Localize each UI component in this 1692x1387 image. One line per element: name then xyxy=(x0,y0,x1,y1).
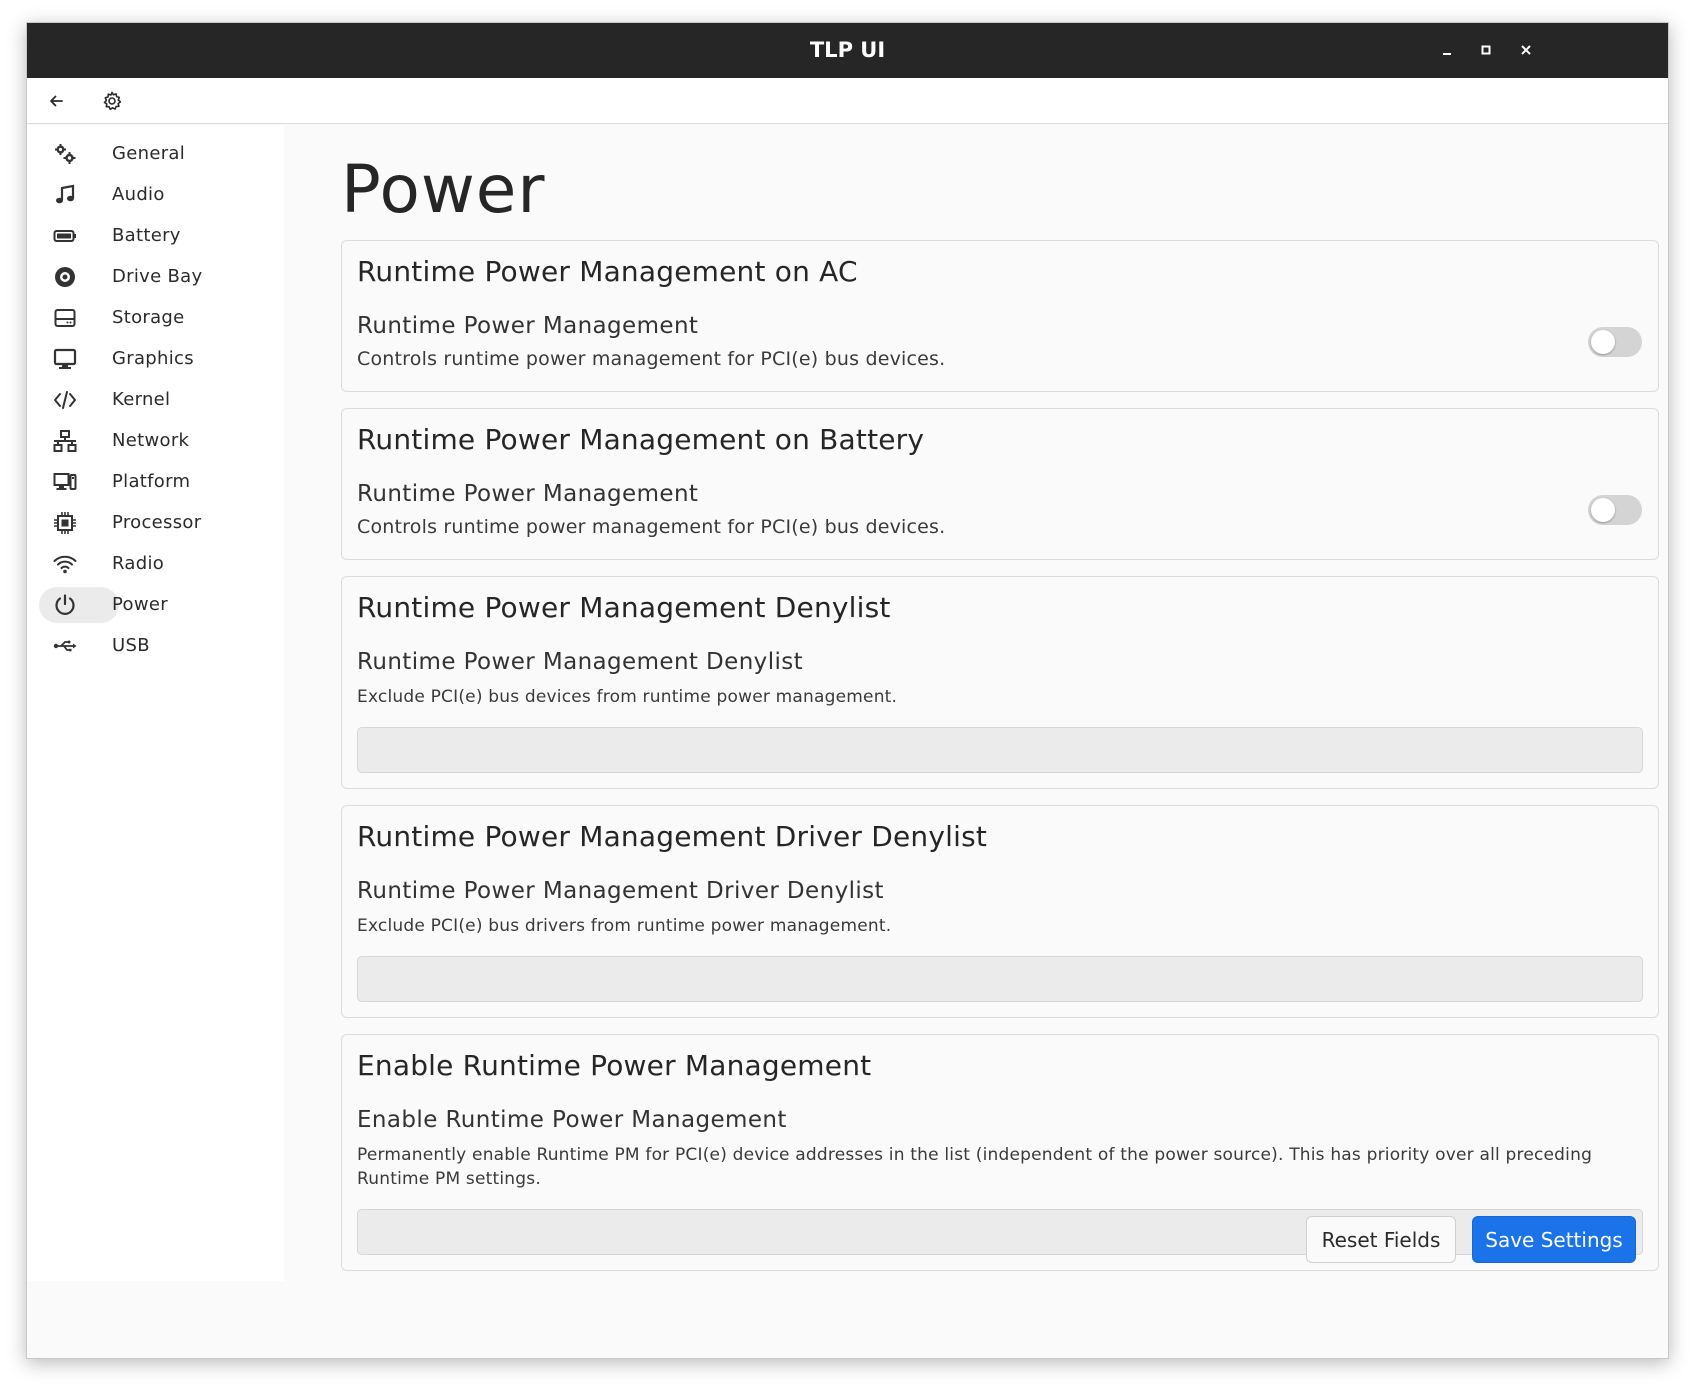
sidebar-item-kernel[interactable]: Kernel xyxy=(39,382,270,418)
back-button[interactable] xyxy=(41,86,71,116)
window-title: TLP UI xyxy=(809,38,886,62)
toggle-knob xyxy=(1591,498,1615,522)
page-title: Power xyxy=(341,151,546,228)
gear-icon xyxy=(103,91,122,111)
card-title: Runtime Power Management on Battery xyxy=(357,423,925,456)
sidebar-item-drive-bay[interactable]: Drive Bay xyxy=(39,259,270,295)
sidebar-item-label: Power xyxy=(112,594,168,615)
maximize-button[interactable] xyxy=(1473,37,1499,63)
card-title: Enable Runtime Power Management xyxy=(357,1049,872,1082)
gears-icon xyxy=(53,142,77,166)
sidebar-item-label: Processor xyxy=(112,512,202,533)
sidebar-item-general[interactable]: General xyxy=(39,136,270,172)
runtime-pm-battery-toggle[interactable] xyxy=(1588,495,1642,525)
option-label: Runtime Power Management xyxy=(357,481,699,507)
sidebar-item-battery[interactable]: Battery xyxy=(39,218,270,254)
app-window: TLP UI General Audio Battery Drive Bay S… xyxy=(26,22,1669,1359)
option-description: Permanently enable Runtime PM for PCI(e)… xyxy=(357,1145,1593,1189)
arrow-left-icon xyxy=(50,95,63,107)
sidebar: General Audio Battery Drive Bay Storage xyxy=(27,125,284,1281)
sidebar-item-label: Platform xyxy=(112,471,191,492)
option-description: Controls runtime power management for PC… xyxy=(357,348,946,370)
monitor-icon xyxy=(53,347,77,371)
settings-button[interactable] xyxy=(97,86,127,116)
music-note-icon xyxy=(53,183,77,207)
settings-card-runtime-pm-denylist: Runtime Power Management Denylist Runtim… xyxy=(341,576,1659,789)
battery-icon xyxy=(53,224,77,248)
close-icon xyxy=(1521,45,1531,55)
runtime-pm-denylist-input[interactable] xyxy=(357,727,1643,773)
network-icon xyxy=(53,429,77,453)
sidebar-item-label: Network xyxy=(112,430,190,451)
sidebar-item-processor[interactable]: Processor xyxy=(39,505,270,541)
sidebar-item-audio[interactable]: Audio xyxy=(39,177,270,213)
sidebar-item-radio[interactable]: Radio xyxy=(39,546,270,582)
usb-icon xyxy=(53,634,77,658)
option-description: Exclude PCI(e) bus drivers from runtime … xyxy=(357,916,892,936)
power-icon xyxy=(53,593,77,617)
sidebar-item-label: Audio xyxy=(112,184,165,205)
code-icon xyxy=(53,388,77,412)
sidebar-item-label: Radio xyxy=(112,553,165,574)
hard-drive-icon xyxy=(53,306,77,330)
sidebar-item-label: USB xyxy=(112,635,150,656)
runtime-pm-driver-denylist-input[interactable] xyxy=(357,956,1643,1002)
option-description: Controls runtime power management for PC… xyxy=(357,516,946,538)
settings-card-runtime-pm-battery: Runtime Power Management on Battery Runt… xyxy=(341,408,1659,560)
sidebar-item-power[interactable]: Power xyxy=(39,587,168,623)
card-title: Runtime Power Management Denylist xyxy=(357,591,891,624)
runtime-pm-ac-toggle[interactable] xyxy=(1588,327,1642,357)
close-button[interactable] xyxy=(1513,37,1539,63)
option-label: Runtime Power Management Driver Denylist xyxy=(357,878,884,904)
main-content: Power Runtime Power Management on AC Run… xyxy=(284,125,1668,1358)
sidebar-item-network[interactable]: Network xyxy=(39,423,270,459)
sidebar-item-storage[interactable]: Storage xyxy=(39,300,270,336)
devices-icon xyxy=(53,470,77,494)
maximize-icon xyxy=(1481,45,1491,55)
sidebar-item-platform[interactable]: Platform xyxy=(39,464,270,500)
settings-card-runtime-pm-driver-denylist: Runtime Power Management Driver Denylist… xyxy=(341,805,1659,1018)
card-title: Runtime Power Management on AC xyxy=(357,255,858,288)
option-label: Runtime Power Management Denylist xyxy=(357,649,804,675)
minimize-icon xyxy=(1443,53,1451,55)
toggle-knob xyxy=(1591,330,1615,354)
title-bar: TLP UI xyxy=(27,23,1668,78)
sidebar-item-label: Battery xyxy=(112,225,181,246)
option-label: Runtime Power Management xyxy=(357,313,699,339)
sidebar-item-graphics[interactable]: Graphics xyxy=(39,341,270,377)
wifi-icon xyxy=(53,552,77,576)
disc-icon xyxy=(53,265,77,289)
settings-card-enable-runtime-pm: Enable Runtime Power Management Enable R… xyxy=(341,1034,1659,1271)
sidebar-item-usb[interactable]: USB xyxy=(39,628,270,664)
sidebar-item-label: Kernel xyxy=(112,389,171,410)
option-label: Enable Runtime Power Management xyxy=(357,1107,787,1133)
option-description: Exclude PCI(e) bus devices from runtime … xyxy=(357,687,898,707)
sidebar-item-label: Graphics xyxy=(112,348,194,369)
settings-card-runtime-pm-ac: Runtime Power Management on AC Runtime P… xyxy=(341,240,1659,392)
save-settings-button[interactable]: Save Settings xyxy=(1472,1216,1636,1263)
minimize-button[interactable] xyxy=(1434,37,1460,63)
header-bar xyxy=(27,78,1668,124)
card-title: Runtime Power Management Driver Denylist xyxy=(357,820,988,853)
sidebar-item-label: General xyxy=(112,143,186,164)
sidebar-item-label: Storage xyxy=(112,307,185,328)
sidebar-item-label: Drive Bay xyxy=(112,266,203,287)
chip-icon xyxy=(53,511,77,535)
reset-fields-button[interactable]: Reset Fields xyxy=(1306,1216,1456,1263)
